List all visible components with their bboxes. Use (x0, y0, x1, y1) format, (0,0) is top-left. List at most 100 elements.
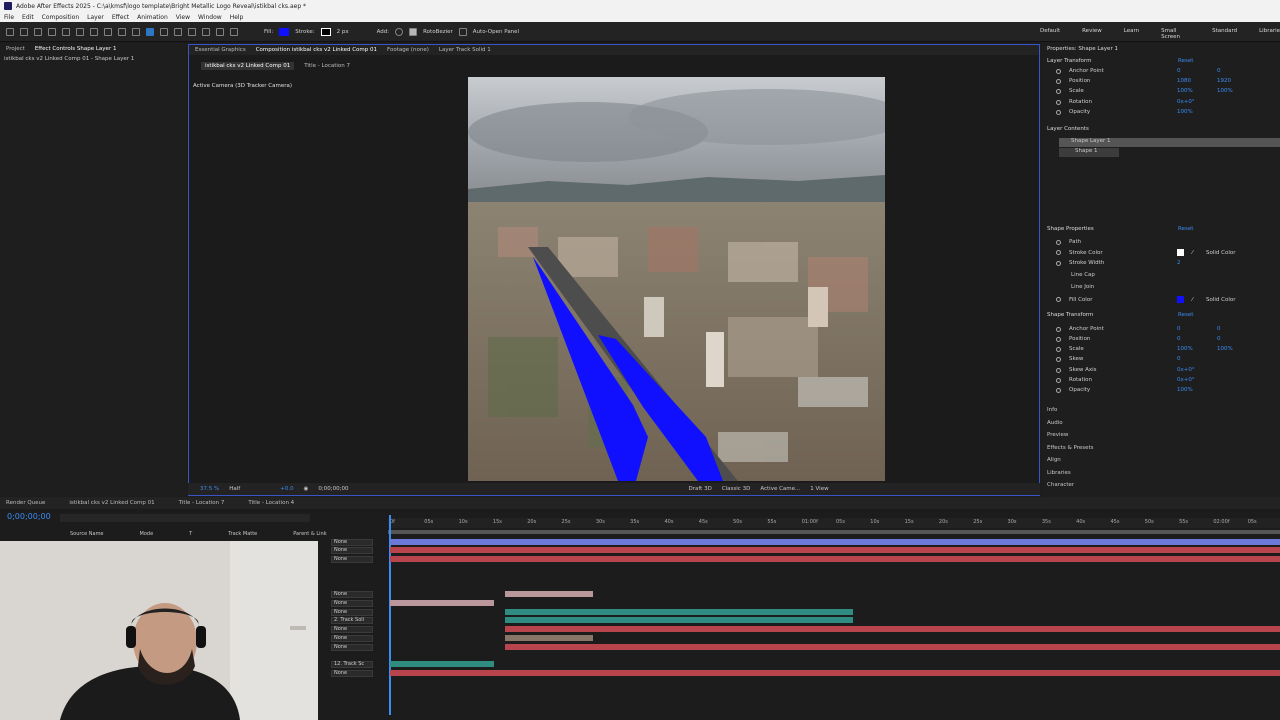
stopwatch-icon[interactable] (1056, 239, 1061, 245)
auto-open-checkbox[interactable] (458, 27, 467, 36)
hand-tool-icon[interactable] (34, 27, 42, 36)
tab-render-queue[interactable]: Render Queue (6, 500, 45, 506)
rectangle-tool-icon[interactable] (132, 27, 140, 36)
active-camera-dropdown[interactable]: Active Came... (760, 486, 800, 492)
shape-transform-reset[interactable]: Reset (1178, 312, 1193, 318)
dolly-tool-icon[interactable] (90, 27, 98, 36)
stopwatch-icon[interactable] (1056, 78, 1061, 84)
selection-tool-icon[interactable] (20, 27, 28, 36)
stopwatch-icon[interactable] (1056, 356, 1061, 362)
subtab-comp[interactable]: istikbal cks v2 Linked Comp 01 (201, 62, 295, 70)
tab-composition[interactable]: Composition istikbal cks v2 Linked Comp … (256, 47, 377, 53)
track-bar-11[interactable] (390, 661, 494, 667)
parent-dropdown-4[interactable]: None (331, 591, 373, 598)
workspace-learn[interactable]: Learn (1124, 28, 1139, 40)
fill-swatch[interactable] (279, 27, 290, 36)
stroke-color-swatch[interactable] (1177, 249, 1184, 256)
views-dropdown[interactable]: 1 View (810, 486, 828, 492)
stroke-swatch[interactable] (320, 27, 331, 36)
track-bar-3[interactable] (390, 556, 1280, 562)
parent-dropdown-6[interactable]: None (331, 609, 373, 616)
menu-composition[interactable]: Composition (42, 14, 79, 21)
track-bar-8[interactable] (505, 626, 1280, 632)
parent-dropdown-1[interactable]: None (331, 539, 373, 546)
layer-transform-reset[interactable]: Reset (1178, 58, 1193, 64)
menu-help[interactable]: Help (230, 14, 244, 21)
tab-effect-controls[interactable]: Effect Controls Shape Layer 1 (35, 46, 117, 52)
stopwatch-icon[interactable] (1056, 346, 1061, 352)
pan-behind-icon[interactable] (118, 27, 126, 36)
camera-snapshot-icon[interactable]: ◉ (304, 486, 309, 492)
tab-comp-timeline[interactable]: istikbal cks v2 Linked Comp 01 (69, 500, 154, 506)
puppet-tool-icon[interactable] (230, 27, 238, 36)
classic-3d-dropdown[interactable]: Classic 3D (722, 486, 751, 492)
stopwatch-icon[interactable] (1056, 260, 1061, 266)
tab-essential-graphics[interactable]: Essential Graphics (195, 47, 246, 53)
eyedropper-icon[interactable]: ⁄ (1192, 297, 1198, 303)
stopwatch-icon[interactable] (1056, 377, 1061, 383)
time-ruler[interactable]: 0f 05s 10s 15s 20s 25s 30s 35s 40s 45s 50s 55s 01:00… (388, 518, 1280, 528)
workspace-standard[interactable]: Standard (1212, 28, 1237, 40)
add-icon[interactable] (395, 27, 404, 36)
menu-view[interactable]: View (176, 14, 190, 21)
tab-layer[interactable]: Layer Track Solid 1 (439, 47, 491, 53)
parent-dropdown-2[interactable]: None (331, 547, 373, 554)
eraser-tool-icon[interactable] (202, 27, 210, 36)
tab-project[interactable]: Project (6, 46, 25, 52)
stopwatch-icon[interactable] (1056, 326, 1061, 332)
tab-title-location-7[interactable]: Title - Location 7 (179, 500, 225, 506)
rotate-tool-icon[interactable] (104, 27, 112, 36)
work-area-bar[interactable] (388, 530, 1280, 534)
menu-file[interactable]: File (4, 14, 14, 21)
fill-color-swatch[interactable] (1177, 296, 1184, 303)
track-bar-7[interactable] (505, 617, 853, 623)
menu-effect[interactable]: Effect (112, 14, 129, 21)
workspace-libraries[interactable]: Librarie (1259, 28, 1280, 40)
stopwatch-icon[interactable] (1056, 99, 1061, 105)
zoom-dropdown[interactable]: 37.5 % (200, 486, 219, 492)
parent-dropdown-11[interactable]: 12. Track Sc (331, 661, 373, 668)
parent-dropdown-8[interactable]: None (331, 626, 373, 633)
viewer-timecode[interactable]: 0;00;00;00 (318, 486, 348, 492)
timeline-search-input[interactable] (60, 514, 310, 522)
pan-tool-icon[interactable] (76, 27, 84, 36)
workspace-review[interactable]: Review (1082, 28, 1102, 40)
workspace-small-screen[interactable]: Small Screen (1161, 28, 1190, 40)
menu-layer[interactable]: Layer (87, 14, 104, 21)
stopwatch-icon[interactable] (1056, 250, 1061, 255)
panel-character[interactable]: Character (1047, 482, 1094, 488)
track-bar-1[interactable] (390, 539, 1280, 545)
panel-info[interactable]: Info (1047, 407, 1094, 413)
stopwatch-icon[interactable] (1056, 109, 1061, 115)
tab-title-location-4[interactable]: Title - Location 4 (248, 500, 294, 506)
stopwatch-icon[interactable] (1056, 367, 1061, 373)
workspace-default[interactable]: Default (1040, 28, 1060, 40)
menu-window[interactable]: Window (198, 14, 222, 21)
panel-effects-presets[interactable]: Effects & Presets (1047, 445, 1094, 451)
panel-align[interactable]: Align (1047, 457, 1094, 463)
brush-tool-icon[interactable] (174, 27, 182, 36)
content-shape-1[interactable]: Shape 1 (1059, 148, 1119, 157)
parent-dropdown-9[interactable]: None (331, 635, 373, 642)
parent-dropdown-10[interactable]: None (331, 644, 373, 651)
clone-tool-icon[interactable] (188, 27, 196, 36)
track-bar-6[interactable] (505, 609, 853, 615)
stopwatch-icon[interactable] (1056, 387, 1061, 393)
stroke-width-value[interactable]: 2 px (337, 29, 349, 35)
track-bar-10[interactable] (505, 644, 1280, 650)
composition-frame[interactable] (468, 77, 885, 481)
renderer-label[interactable]: Draft 3D (688, 486, 711, 492)
panel-libraries[interactable]: Libraries (1047, 470, 1094, 476)
stopwatch-icon[interactable] (1056, 88, 1061, 94)
rotobezier-checkbox[interactable] (409, 27, 418, 36)
panel-preview[interactable]: Preview (1047, 432, 1094, 438)
eyedropper-icon[interactable]: ⁄ (1192, 250, 1198, 256)
exposure-value[interactable]: +0.0 (280, 486, 293, 492)
zoom-tool-icon[interactable] (48, 27, 56, 36)
type-tool-icon[interactable] (160, 27, 168, 36)
track-bar-4[interactable] (505, 591, 593, 597)
stopwatch-icon[interactable] (1056, 336, 1061, 342)
shape-properties-reset[interactable]: Reset (1178, 226, 1193, 232)
content-shape-layer-1[interactable]: Shape Layer 1 (1059, 138, 1280, 147)
timeline-timecode[interactable]: 0;00;00;00 (7, 512, 51, 521)
